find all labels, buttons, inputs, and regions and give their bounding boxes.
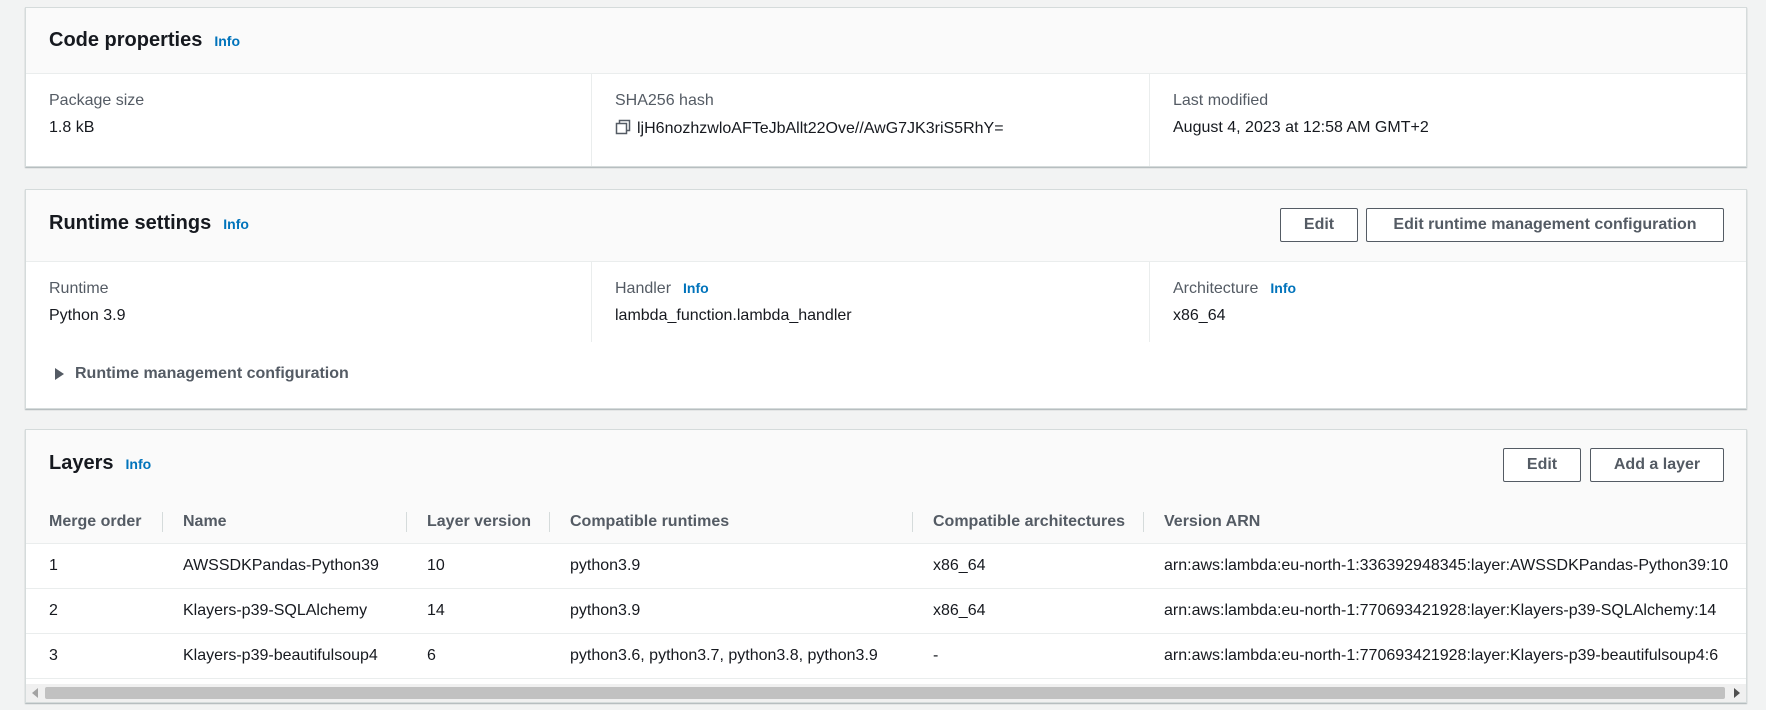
column-header-version-arn[interactable]: Version ARN [1144,501,1746,544]
version-arn-cell: arn:aws:lambda:eu-north-1:336392948345:l… [1144,543,1746,589]
code-properties-grid: Package size 1.8 kB SHA256 hash ljH6nozh… [26,74,1746,166]
table-row: 3 Klayers-p39-beautifulsoup4 6 python3.6… [26,633,1746,679]
package-size-column: Package size 1.8 kB [26,74,591,166]
panel-title-text: Code properties [49,29,203,51]
column-header-label: Compatible runtimes [570,512,730,530]
code-properties-title: Code properties Info [49,29,240,52]
sha-hash-column: SHA256 hash ljH6nozhzwloAFTeJbAllt22Ove/… [591,74,1149,166]
runtime-value: Python 3.9 [49,307,126,324]
last-modified-column: Last modified August 4, 2023 at 12:58 AM… [1149,74,1746,166]
handler-column: Handler Info lambda_function.lambda_handl… [591,262,1149,342]
compatible-runtimes-cell: python3.9 [550,543,913,589]
runtime-settings-title: Runtime settings Info [49,212,249,235]
column-header-label: Compatible architectures [933,512,1126,530]
table-header-row: Merge order Name Layer version Compatibl… [26,501,1746,544]
package-size-value: 1.8 kB [49,119,95,136]
column-header-label: Layer version [427,512,532,530]
code-properties-panel: Code properties Info Package size 1.8 kB … [25,7,1747,167]
layer-version-cell: 14 [407,588,550,634]
package-size-label: Package size [49,92,145,109]
copy-icon[interactable] [615,119,631,135]
architecture-label: Architecture [1173,280,1259,297]
scroll-right-arrow-icon[interactable] [1734,688,1740,698]
runtime-settings-info-link[interactable]: Info [223,216,249,232]
runtime-settings-panel: Runtime settings Info Edit Edit runtime m… [25,189,1747,409]
runtime-settings-header: Runtime settings Info Edit Edit runtime m… [26,190,1746,262]
runtime-column: Runtime Python 3.9 [26,262,591,342]
architecture-label-row: Architecture Info [1173,280,1296,298]
layer-version-cell: 10 [407,543,550,589]
sha-hash-value-row: ljH6nozhzwloAFTeJbAllt22Ove//AwG7JK3riS5… [615,119,1004,138]
scroll-left-arrow-icon[interactable] [32,688,38,698]
layers-info-link[interactable]: Info [126,456,152,472]
name-cell: Klayers-p39-SQLAlchemy [163,588,407,634]
merge-order-cell: 3 [26,633,163,679]
runtime-settings-grid: Runtime Python 3.9 Handler Info lambda_fu… [26,262,1746,408]
layer-version-cell: 6 [407,633,550,679]
name-cell: Klayers-p39-beautifulsoup4 [163,633,407,679]
compatible-runtimes-cell: python3.6, python3.7, python3.8, python3… [550,633,913,679]
column-header-layer-version[interactable]: Layer version [407,501,550,544]
layers-edit-button[interactable]: Edit [1503,448,1581,482]
version-arn-cell: arn:aws:lambda:eu-north-1:770693421928:l… [1144,588,1746,634]
table-row: 2 Klayers-p39-SQLAlchemy 14 python3.9 x8… [26,588,1746,634]
layers-panel: Layers Info Edit Add a layer Merge order … [25,429,1747,703]
layers-table: Merge order Name Layer version Compatibl… [26,501,1746,679]
compatible-architectures-cell: x86_64 [913,543,1144,589]
table-row: 1 AWSSDKPandas-Python39 10 python3.9 x86… [26,543,1746,589]
compatible-runtimes-cell: python3.9 [550,588,913,634]
handler-label: Handler [615,280,672,297]
runtime-management-expander[interactable]: Runtime management configuration [55,365,349,383]
last-modified-value: August 4, 2023 at 12:58 AM GMT+2 [1173,119,1429,136]
add-layer-button[interactable]: Add a layer [1590,448,1724,482]
merge-order-cell: 1 [26,543,163,589]
column-header-name[interactable]: Name [163,501,407,544]
architecture-column: Architecture Info x86_64 [1149,262,1746,342]
column-header-compatible-architectures[interactable]: Compatible architectures [913,501,1144,544]
merge-order-cell: 2 [26,588,163,634]
sha-hash-label: SHA256 hash [615,92,714,109]
panel-title-text: Layers [49,452,114,474]
column-header-label: Version ARN [1164,512,1261,530]
compatible-architectures-cell: x86_64 [913,588,1144,634]
code-properties-info-link[interactable]: Info [214,33,240,49]
layers-header: Layers Info Edit Add a layer [26,430,1746,501]
architecture-value: x86_64 [1173,307,1226,324]
runtime-edit-button[interactable]: Edit [1280,208,1358,242]
layers-title: Layers Info [49,452,151,475]
panel-title-text: Runtime settings [49,212,212,234]
handler-label-row: Handler Info [615,280,709,298]
column-header-merge-order[interactable]: Merge order [26,501,163,544]
caret-right-icon [55,368,64,380]
column-header-compatible-runtimes[interactable]: Compatible runtimes [550,501,913,544]
horizontal-scrollbar[interactable] [26,684,1746,702]
scrollbar-thumb[interactable] [45,687,1725,699]
column-header-label: Merge order [49,512,142,530]
sha-hash-value: ljH6nozhzwloAFTeJbAllt22Ove//AwG7JK3riS5… [637,120,1004,137]
edit-runtime-management-button[interactable]: Edit runtime management configuration [1366,208,1724,242]
version-arn-cell: arn:aws:lambda:eu-north-1:770693421928:l… [1144,633,1746,679]
last-modified-label: Last modified [1173,92,1269,109]
column-header-label: Name [183,512,227,530]
compatible-architectures-cell: - [913,633,1144,679]
runtime-label: Runtime [49,280,109,297]
runtime-management-expander-label: Runtime management configuration [75,365,349,382]
architecture-info-link[interactable]: Info [1270,280,1296,296]
handler-info-link[interactable]: Info [683,280,709,296]
handler-value: lambda_function.lambda_handler [615,307,852,324]
name-cell: AWSSDKPandas-Python39 [163,543,407,589]
code-properties-header: Code properties Info [26,8,1746,74]
